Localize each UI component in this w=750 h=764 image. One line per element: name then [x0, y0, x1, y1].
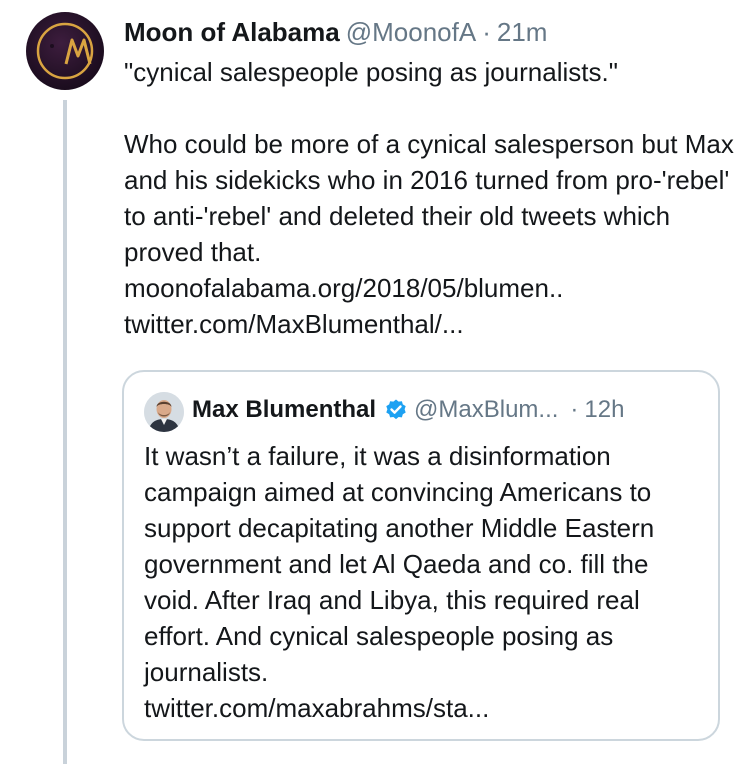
profile-photo-icon — [144, 392, 184, 432]
tweet-quote-line: "cynical salespeople posing as journalis… — [124, 57, 618, 87]
separator-dot: · — [482, 17, 491, 47]
author-handle[interactable]: @MoonofA — [346, 17, 476, 47]
quoted-tweet-timestamp[interactable]: 12h — [584, 396, 624, 423]
tweet-body: Who could be more of a cynical salespers… — [124, 129, 734, 267]
moon-logo-icon — [35, 22, 94, 80]
tweet-link-twitter[interactable]: twitter.com/MaxBlumenthal/... — [124, 306, 734, 342]
quoted-author-handle[interactable]: @MaxBlum... — [414, 396, 558, 423]
quoted-tweet-link[interactable]: twitter.com/maxabrahms/sta... — [144, 690, 704, 726]
quoted-tweet-card[interactable]: Max Blumenthal @MaxBlum... · 12h It wasn’t … — [122, 370, 720, 741]
verified-badge-icon — [384, 398, 408, 431]
quoted-tweet-text: It wasn’t a failure, it was a disinforma… — [144, 438, 704, 726]
tweet-header: Moon of Alabama @MoonofA · 21m — [124, 16, 547, 48]
max-blumenthal-avatar[interactable] — [144, 392, 184, 432]
tweet[interactable]: Moon of Alabama @MoonofA · 21m "cynical sal… — [0, 0, 750, 764]
quoted-tweet-body: It wasn’t a failure, it was a disinforma… — [144, 441, 655, 687]
moon-of-alabama-avatar[interactable] — [26, 12, 104, 90]
quoted-separator-dot: · — [570, 396, 579, 423]
tweet-timestamp[interactable]: 21m — [497, 17, 548, 47]
quoted-author-display-name[interactable]: Max Blumenthal — [192, 396, 376, 423]
tweet-text: "cynical salespeople posing as journalis… — [124, 54, 734, 342]
quoted-tweet-header: Max Blumenthal @MaxBlum... · 12h — [192, 394, 624, 431]
tweet-link-moonofalabama[interactable]: moonofalabama.org/2018/05/blumen.. — [124, 270, 734, 306]
thread-line — [63, 100, 67, 764]
author-display-name[interactable]: Moon of Alabama — [124, 17, 340, 47]
